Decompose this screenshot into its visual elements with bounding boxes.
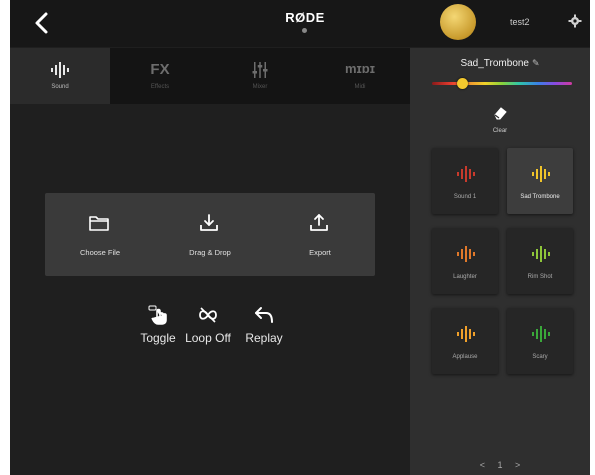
tab-fx[interactable]: FX Effects	[110, 48, 210, 104]
tab-midi-sublabel: Midi	[354, 84, 366, 90]
fx-label: FX	[150, 61, 170, 78]
chevron-left-icon	[35, 12, 48, 34]
folder-icon	[89, 216, 109, 231]
app-window: RØDE test2 Sound FX Effects Mixer mɪɒɪ M…	[10, 0, 590, 475]
color-slider-knob[interactable]	[457, 78, 469, 89]
sound-pad[interactable]: Sound 1	[432, 148, 498, 214]
hand-tap-icon	[148, 305, 167, 325]
sound-pad[interactable]: Laughter	[432, 228, 498, 294]
sound-wave-icon	[457, 246, 475, 262]
tab-fx-sublabel: Effects	[150, 84, 170, 90]
clear-button[interactable]: Clear	[485, 106, 515, 134]
midi-label: mɪɒɪ	[344, 61, 376, 76]
tab-sound[interactable]: Sound	[10, 48, 110, 104]
tab-mixer[interactable]: Mixer	[210, 48, 310, 104]
sound-pad[interactable]: Scary	[507, 308, 573, 374]
choose-file-button[interactable]: Choose File	[45, 193, 155, 276]
sound-pad[interactable]: Rim Shot	[507, 228, 573, 294]
sound-wave-icon	[457, 326, 475, 342]
page-number: 1	[497, 460, 503, 470]
sound-wave-icon	[457, 166, 475, 182]
mixer-sliders-icon	[210, 61, 310, 79]
color-slider-track[interactable]	[432, 82, 572, 85]
next-page-button[interactable]: >	[515, 460, 520, 470]
top-bar: RØDE test2	[10, 0, 590, 47]
mode-tabs: Sound FX Effects Mixer mɪɒɪ Midi	[10, 48, 410, 104]
avatar[interactable]	[440, 4, 476, 40]
edit-icon[interactable]: ✎	[532, 58, 540, 68]
username: test2	[510, 17, 530, 27]
settings-button[interactable]	[568, 14, 582, 28]
tab-midi[interactable]: mɪɒɪ Midi	[310, 48, 410, 104]
brand-logo: RØDE	[285, 10, 325, 25]
export-button[interactable]: Export	[265, 193, 375, 276]
export-label: Export	[309, 248, 331, 257]
toggle-label: Toggle	[140, 331, 176, 345]
sound-wave-icon	[532, 246, 550, 262]
replay-icon	[255, 307, 273, 323]
sound-wave-icon	[532, 166, 550, 182]
prev-page-button[interactable]: <	[480, 460, 485, 470]
upload-icon	[310, 214, 328, 231]
toggle-button[interactable]: Toggle	[133, 305, 183, 345]
sound-pad-panel: Sad_Trombone ✎ Clear Sound 1 Sad Trombone L…	[410, 48, 590, 475]
sound-pad[interactable]: Sad Trombone	[507, 148, 573, 214]
sound-wave-icon	[532, 326, 550, 342]
file-actions-panel: Choose File Drag & Drop Export	[45, 193, 375, 276]
drag-drop-label: Drag & Drop	[189, 248, 231, 257]
choose-file-label: Choose File	[79, 248, 121, 257]
sound-pad[interactable]: Applause	[432, 308, 498, 374]
download-icon	[200, 214, 218, 231]
sound-wave-icon	[10, 61, 110, 79]
tab-sound-sublabel: Sound	[51, 84, 69, 90]
clear-label: Clear	[492, 128, 508, 134]
sound-pad-label: Scary	[532, 354, 548, 360]
drag-drop-button[interactable]: Drag & Drop	[155, 193, 265, 276]
sound-pad-label: Rim Shot	[527, 274, 553, 280]
replay-label: Replay	[245, 331, 283, 345]
loop-button[interactable]: Loop Off	[183, 305, 233, 345]
eraser-icon	[494, 107, 507, 120]
sound-name-row[interactable]: Sad_Trombone ✎	[410, 58, 590, 69]
pager: < 1 >	[410, 460, 590, 470]
loop-off-icon	[199, 307, 217, 323]
gear-icon	[568, 14, 582, 28]
back-button[interactable]	[30, 10, 56, 36]
sound-pad-label: Sad Trombone	[520, 194, 560, 200]
sound-pad-label: Applause	[452, 354, 478, 360]
replay-button[interactable]: Replay	[239, 305, 289, 345]
sound-name: Sad_Trombone	[460, 58, 529, 69]
sound-pad-label: Sound 1	[453, 194, 477, 200]
loop-label: Loop Off	[185, 331, 231, 345]
brand-dot	[302, 28, 307, 33]
sound-pad-label: Laughter	[453, 274, 477, 280]
tab-mixer-sublabel: Mixer	[252, 84, 268, 90]
